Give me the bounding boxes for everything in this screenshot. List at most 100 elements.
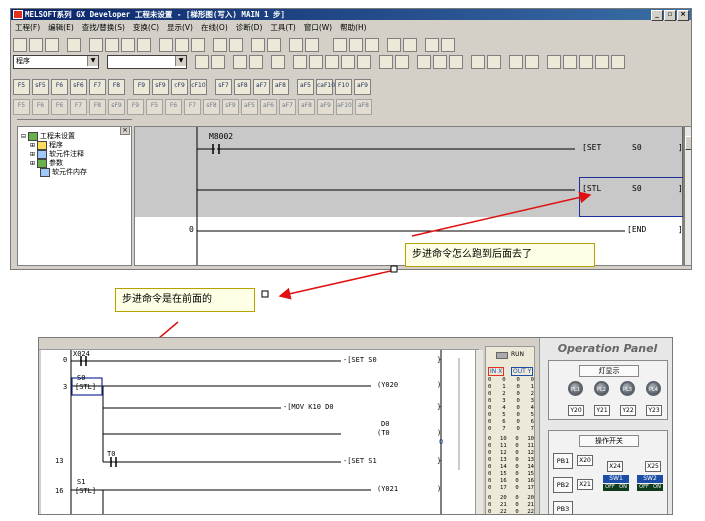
stl-s0: [STL] (75, 383, 97, 391)
step-0: 0 (63, 356, 68, 364)
io-output-number: 13 (527, 457, 534, 463)
io-row: 0 14 0 14 (488, 464, 534, 471)
io-row: 0 2 0 2 (488, 391, 534, 398)
stl-s1: [STL] (75, 487, 97, 495)
io-output-number: 12 (527, 450, 534, 456)
io-state: 0 (515, 471, 519, 477)
io-state: 0 (488, 436, 492, 442)
io-state: 0 (515, 509, 519, 515)
io-state: 0 (488, 464, 492, 470)
io-state: 0 (488, 478, 492, 484)
io-state: 0 (488, 412, 492, 418)
io-output-number: 7 (530, 426, 534, 432)
io-row: 0 13 0 13 (488, 457, 534, 464)
io-state: 0 (488, 495, 492, 501)
io-input-number: 7 (502, 426, 506, 432)
lamp-icon: PL1 (568, 381, 583, 396)
ladder-toolbar (39, 338, 479, 350)
operation-panel: Operation Panel 灯显示 PL1 PL2 PL3 PL4 Y20 … (539, 338, 672, 514)
bracket-close: ) (437, 429, 442, 437)
lamp-icon: PL4 (646, 381, 661, 396)
sw2-toggle[interactable]: OFF ON (637, 484, 663, 491)
io-output-number: 20 (527, 495, 534, 501)
io-row: 0 0 0 0 (488, 377, 534, 384)
io-output-number: 6 (530, 419, 534, 425)
io-output-number: 0 (530, 377, 534, 383)
io-row: 0 5 0 5 (488, 412, 534, 419)
io-row: 0 22 0 22 (488, 509, 534, 515)
io-row: 0 17 0 17 (488, 485, 534, 492)
io-state: 0 (515, 450, 519, 456)
io-row: 0 4 0 4 (488, 405, 534, 412)
ladder-monitor[interactable]: X024 0 -[SET S0 } S0 3 [STL] (Y020 ) -[M… (41, 350, 477, 514)
io-output-number: 21 (527, 502, 534, 508)
io-input-number: 21 (500, 502, 507, 508)
bracket-close: ) (437, 381, 442, 389)
io-input-number: 6 (502, 419, 506, 425)
contact-x024: X024 (73, 350, 90, 358)
io-state: 0 (488, 398, 492, 404)
io-state: 0 (515, 495, 519, 501)
io-state: 0 (515, 436, 519, 442)
out-y-label: OUT Y (511, 367, 534, 376)
lamp-icon: PL2 (594, 381, 609, 396)
io-state: 0 (515, 457, 519, 463)
io-state: 0 (488, 384, 492, 390)
io-row: 0 16 0 16 (488, 478, 534, 485)
x20-label: X20 (577, 455, 593, 466)
io-state: 0 (515, 478, 519, 484)
io-state: 0 (488, 485, 492, 491)
io-output-number: 4 (530, 405, 534, 411)
io-state: 0 (515, 464, 519, 470)
io-output-number: 1 (530, 384, 534, 390)
io-output-number: 3 (530, 398, 534, 404)
coil-y021: (Y021 (377, 485, 399, 493)
io-input-number: 3 (502, 398, 506, 404)
io-state: 0 (516, 384, 520, 390)
bracket-close: ) (437, 485, 442, 493)
io-input-number: 1 (502, 384, 506, 390)
switch-section: 操作开关 PB1 X20 X24 X25 PB2 X21 SW1 OFF ON S… (548, 430, 668, 514)
step-13: 13 (55, 457, 64, 465)
io-state: 0 (488, 502, 492, 508)
x25-label: X25 (645, 461, 661, 472)
io-output-number: 17 (527, 485, 534, 491)
io-state: 0 (515, 485, 519, 491)
io-input-number: 4 (502, 405, 506, 411)
pb3-button[interactable]: PB3 (553, 501, 573, 514)
pb2-button[interactable]: PB2 (553, 477, 573, 493)
io-state: 0 (515, 502, 519, 508)
bracket-close: } (437, 356, 442, 364)
callout-right: 步进命令怎么跑到后面去了 (405, 243, 595, 267)
io-state: 0 (488, 426, 492, 432)
lamp-output-y22: Y22 (620, 405, 636, 416)
sw1-toggle[interactable]: OFF ON (603, 484, 629, 491)
io-state: 0 (516, 426, 520, 432)
switch-section-label: 操作开关 (579, 435, 639, 447)
io-point-list: 0 0 0 0 0 1 0 1 0 2 0 2 0 3 0 3 0 4 0 4 0 5 0 5 0 6 0 6 0 7 0 7 0 10 0 10 0 1… (488, 377, 534, 515)
io-state: 0 (488, 419, 492, 425)
pb1-button[interactable]: PB1 (553, 453, 573, 469)
io-state: 0 (488, 405, 492, 411)
io-output-number: 11 (527, 443, 534, 449)
io-state: 0 (516, 398, 520, 404)
ladder-scrollbar-2[interactable] (475, 350, 483, 514)
io-input-number: 0 (502, 377, 506, 383)
ladder-lines-2 (70, 350, 460, 514)
io-state: 0 (488, 377, 492, 383)
sw2-label: SW2 (637, 475, 663, 483)
io-state: 0 (516, 391, 520, 397)
io-input-number: 11 (500, 443, 507, 449)
lamp-icon: PL3 (620, 381, 635, 396)
io-output-number: 5 (530, 412, 534, 418)
io-row: 0 20 0 20 (488, 495, 534, 502)
io-row: 0 21 0 21 (488, 502, 534, 509)
io-input-number: 13 (500, 457, 507, 463)
lamp-output-y20: Y20 (568, 405, 584, 416)
io-output-number: 15 (527, 471, 534, 477)
io-input-number: 22 (500, 509, 507, 515)
io-state: 0 (516, 419, 520, 425)
io-row: 0 11 0 11 (488, 443, 534, 450)
io-state: 0 (516, 405, 520, 411)
io-input-number: 2 (502, 391, 506, 397)
